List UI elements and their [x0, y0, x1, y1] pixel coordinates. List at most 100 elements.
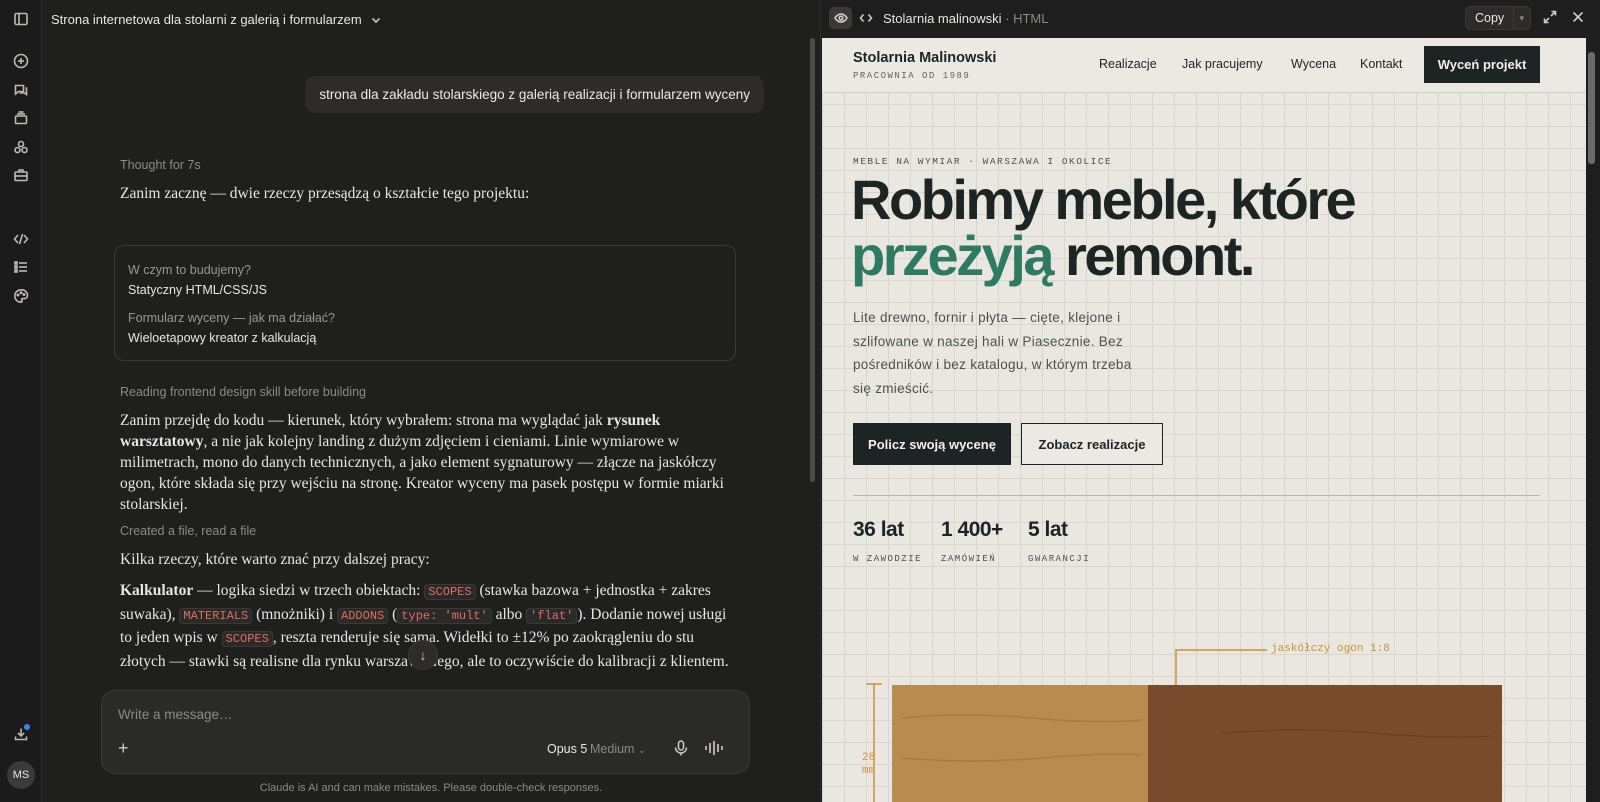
toolbox-icon[interactable]	[11, 165, 31, 185]
nav-link-jak-pracujemy[interactable]: Jak pracujemy	[1182, 57, 1263, 71]
notification-dot	[24, 724, 30, 730]
stat-value: 5 lat	[1028, 518, 1068, 541]
text-run: ne dla rynku warszawskiego, ale to oczyw…	[283, 652, 729, 670]
thought-status[interactable]: Thought for 7s	[120, 158, 201, 172]
text-bold: Kalkulator	[120, 582, 194, 599]
message-input[interactable]: Write a message…	[118, 707, 233, 722]
dovetail-joint-illustration	[866, 649, 1502, 802]
voice-mode-icon[interactable]	[704, 739, 724, 757]
hero-heading-line: remont.	[1052, 224, 1255, 287]
eye-icon	[833, 13, 848, 23]
questions-card: W czym to budujemy? Statyczny HTML/CSS/J…	[114, 245, 736, 361]
code-view-button[interactable]	[854, 7, 877, 29]
nav-link-wycena[interactable]: Wycena	[1291, 57, 1336, 71]
site-brand[interactable]: Stolarnia Malinowski	[853, 50, 996, 66]
rendered-site: Stolarnia Malinowski PRACOWNIA OD 1989 R…	[822, 38, 1586, 802]
hero-heading-accent: przeżyją	[851, 224, 1055, 287]
text-run: Zanim przejdę do kodu — kierunek, który …	[120, 412, 607, 429]
chat-title-menu[interactable]: Strona internetowa dla stolarni z galeri…	[51, 12, 382, 27]
sidebar-toggle-icon[interactable]	[11, 9, 31, 29]
scroll-to-bottom-button[interactable]: ↓	[408, 640, 438, 670]
text-run: — logika siedzi w trzech obiektach:	[193, 582, 425, 599]
preview-scrollbar[interactable]	[1588, 52, 1595, 164]
artifact-title: Stolarnia malinowski · HTML	[883, 11, 1048, 26]
view-projects-button[interactable]: Zobacz realizacje	[1021, 423, 1163, 465]
hero-lead: Lite drewno, fornir i płyta — cięte, kle…	[853, 310, 1132, 396]
nav-quote-button[interactable]: Wyceń projekt	[1424, 46, 1540, 83]
stat-value: 1 400+	[941, 518, 1003, 541]
arrow-down-icon: ↓	[419, 647, 427, 663]
copy-options-chevron-icon[interactable]: ▾	[1512, 7, 1530, 29]
inline-code: SCOPES	[221, 631, 273, 647]
close-icon[interactable]	[1571, 10, 1587, 26]
text-run: (mnożniki) i	[252, 605, 338, 623]
expand-icon[interactable]	[1543, 10, 1559, 26]
effort-label: Medium	[590, 742, 635, 756]
chevron-down-icon	[371, 17, 380, 23]
add-attachment-button[interactable]: +	[118, 738, 129, 759]
chats-icon[interactable]	[11, 80, 31, 100]
icon-rail: MS	[0, 0, 42, 802]
stat-label: W ZAWODZIE	[853, 554, 923, 564]
question-label: Formularz wyceny — jak ma działać?	[128, 311, 336, 325]
stat-value: 36 lat	[853, 518, 904, 541]
dimension-label: 28 mm	[862, 752, 875, 778]
tool-status[interactable]: Created a file, read a file	[120, 524, 256, 538]
hero-heading-line: Robimy meble, które	[851, 168, 1357, 231]
inline-code: ADDONS	[337, 607, 389, 624]
dimension-unit: mm	[862, 765, 876, 777]
nav-link-realizacje[interactable]: Realizacje	[1099, 57, 1157, 71]
new-chat-icon[interactable]	[11, 51, 31, 71]
board-light	[892, 685, 1150, 802]
question-answer: Statyczny HTML/CSS/JS	[128, 283, 267, 297]
site-header: Stolarnia Malinowski PRACOWNIA OD 1989 R…	[822, 38, 1586, 93]
hero-heading: Robimy meble, które przeżyją remont.	[851, 172, 1571, 284]
assistant-paragraph: Zanim przejdę do kodu — kierunek, który …	[120, 410, 730, 515]
chat-scrollbar[interactable]	[810, 38, 815, 482]
user-message: strona dla zakładu stolarskiego z galeri…	[305, 76, 764, 113]
projects-icon[interactable]	[11, 108, 31, 128]
text-run: albo	[491, 605, 527, 623]
leader-line	[1175, 649, 1267, 690]
code-icon	[858, 13, 873, 23]
joint-label: jaskółczy ogon 1:8	[1271, 643, 1390, 655]
tool-status[interactable]: Reading frontend design skill before bui…	[120, 385, 366, 399]
inline-code: MATERIALS	[179, 607, 253, 624]
artifact-preview-panel: Stolarnia malinowski · HTML Copy ▾ Stola…	[820, 0, 1600, 802]
palette-icon[interactable]	[11, 286, 31, 306]
dovetail-tail	[1148, 781, 1202, 802]
tasks-icon[interactable]	[11, 257, 31, 277]
chevron-down-icon: ⌄	[637, 745, 646, 755]
message-composer: Write a message… + Opus 5 Medium ⌄	[101, 690, 750, 774]
microphone-icon[interactable]	[672, 739, 690, 757]
model-selector[interactable]: Opus 5	[547, 742, 587, 756]
copy-label: Copy	[1475, 11, 1505, 25]
question-label: W czym to budujemy?	[128, 263, 251, 277]
divider	[853, 495, 1540, 496]
artifacts-icon[interactable]	[11, 137, 31, 157]
disclaimer: Claude is AI and can make mistakes. Plea…	[259, 782, 603, 794]
stat-label: ZAMÓWIEŃ	[941, 554, 997, 564]
artifact-name: Stolarnia malinowski	[883, 11, 1002, 26]
code-icon[interactable]	[11, 229, 31, 249]
copy-button[interactable]: Copy ▾	[1465, 6, 1531, 30]
inline-code: 'flat'	[526, 607, 578, 624]
question-answer: Wieloetapowy kreator z kalkulacją	[128, 331, 317, 345]
effort-selector[interactable]: Medium ⌄	[590, 742, 646, 756]
avatar[interactable]: MS	[7, 761, 35, 789]
artifact-format: · HTML	[1005, 11, 1049, 26]
hero-eyebrow: MEBLE NA WYMIAR · WARSZAWA I OKOLICE	[853, 156, 1113, 167]
site-brand-tagline: PRACOWNIA OD 1989	[853, 71, 971, 81]
assistant-paragraph: Kilka rzeczy, które warto znać przy dals…	[120, 551, 430, 568]
chat-title: Strona internetowa dla stolarni z galeri…	[51, 12, 362, 27]
preview-toolbar: Stolarnia malinowski · HTML Copy ▾	[821, 0, 1600, 36]
chat-panel: Strona internetowa dla stolarni z galeri…	[42, 0, 820, 802]
download-icon[interactable]	[11, 724, 31, 744]
stat-label: GWARANCJI	[1028, 554, 1091, 564]
view-toggle	[829, 7, 877, 29]
preview-view-button[interactable]	[829, 7, 852, 29]
inline-code: SCOPES	[424, 584, 476, 600]
nav-link-kontakt[interactable]: Kontakt	[1360, 57, 1402, 71]
calculate-quote-button[interactable]: Policz swoją wycenę	[853, 423, 1011, 465]
dimension-value: 28	[862, 752, 876, 764]
